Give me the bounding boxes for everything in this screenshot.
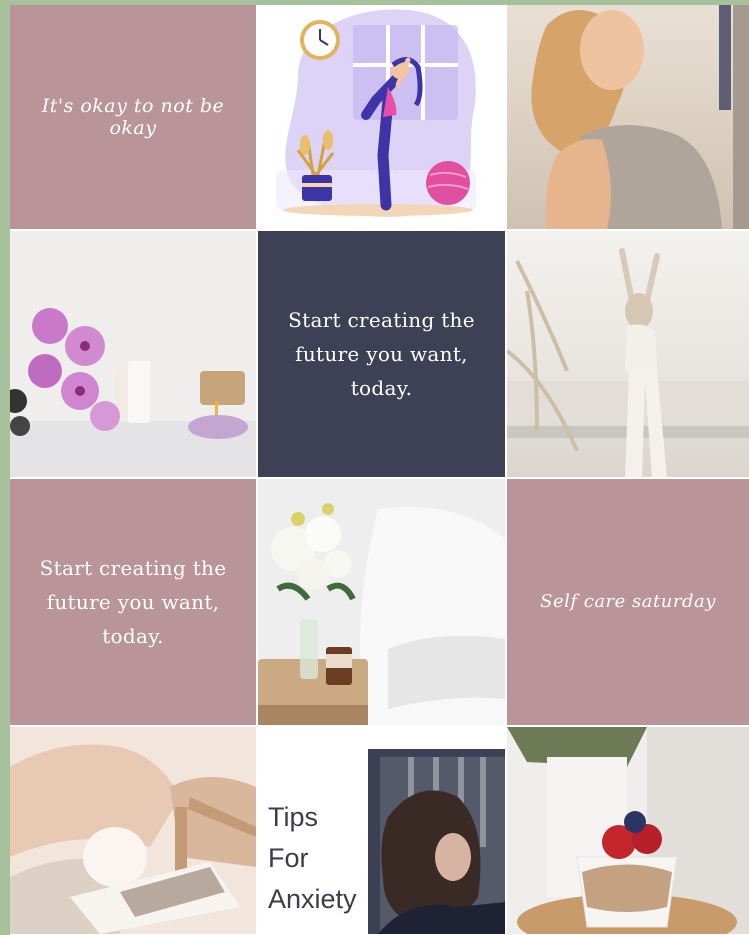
quote-tile-future-navy[interactable]: Start creating the future you want, toda… (258, 231, 505, 477)
quote-okay-text: It's okay to not be okay (41, 95, 225, 139)
woman-sun-photo (507, 5, 749, 229)
quote-future-pink-text: Start creating the future you want, toda… (39, 556, 227, 648)
yoga-illustration-tile[interactable] (258, 5, 505, 229)
yoga-illustration (276, 9, 476, 217)
mood-board-frame: It's okay to not be okay Start creating … (10, 5, 749, 935)
orchid-spa-image (10, 231, 256, 477)
quote-tile-okay[interactable]: It's okay to not be okay (10, 5, 256, 229)
cozy-magazine-image (10, 727, 256, 934)
yogurt-berries-image (507, 727, 749, 934)
beach-stretch-image (507, 231, 749, 477)
yogurt-berries-photo[interactable] (507, 727, 749, 934)
quote-tile-future-pink[interactable]: Start creating the future you want, toda… (10, 479, 256, 725)
clock-icon (300, 20, 340, 60)
tips-for-anxiety-tile[interactable]: Tips For Anxiety (258, 727, 505, 934)
quote-future-navy-text: Start creating the future you want, toda… (288, 308, 475, 400)
cozy-magazine-photo[interactable] (10, 727, 256, 934)
self-care-text: Self care saturday (540, 591, 716, 612)
bedroom-flowers-photo[interactable] (258, 479, 505, 725)
sunbathing-woman-photo[interactable] (507, 5, 749, 229)
orchid-spa-photo[interactable] (10, 231, 256, 477)
bedroom-flowers-image (258, 479, 505, 725)
exercise-ball-icon (426, 161, 470, 205)
beach-stretch-photo[interactable] (507, 231, 749, 477)
window-woman-image (368, 749, 505, 934)
self-care-tile[interactable]: Self care saturday (507, 479, 749, 725)
mood-board-grid: It's okay to not be okay Start creating … (10, 5, 749, 935)
